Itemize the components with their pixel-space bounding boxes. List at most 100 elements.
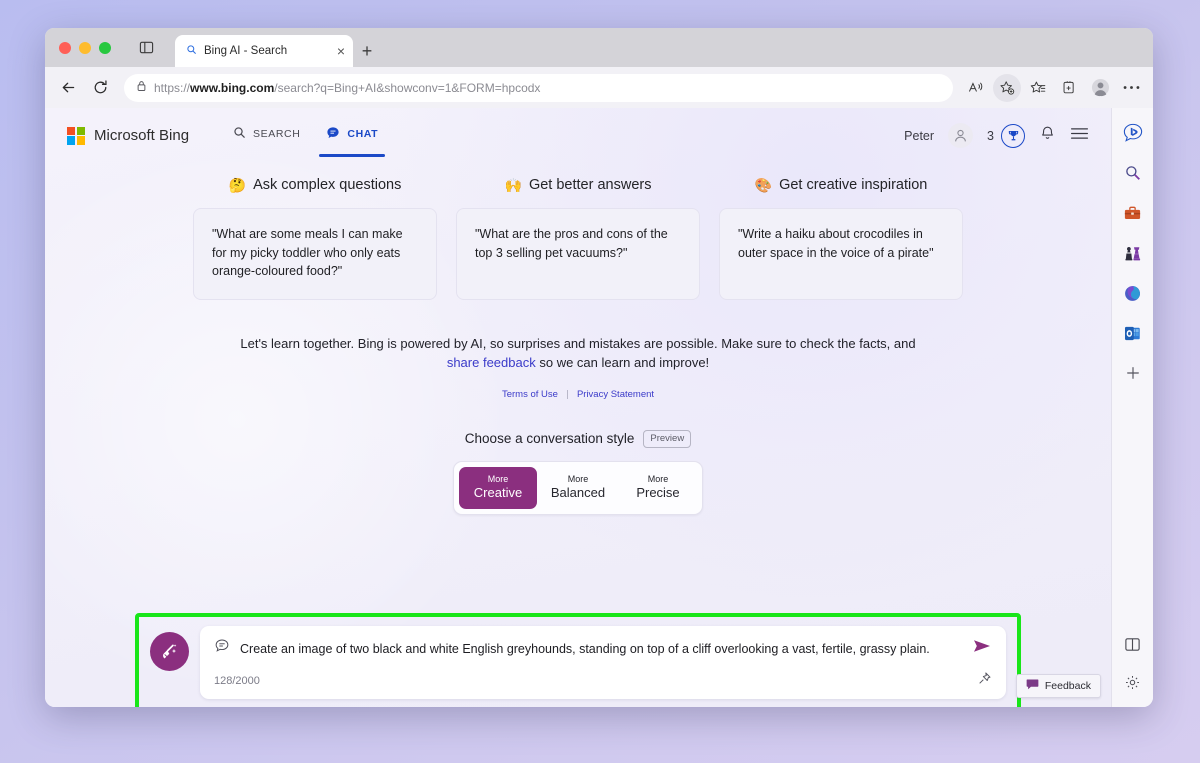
chat-input-text: Create an image of two black and white E… xyxy=(240,641,930,656)
lock-icon xyxy=(136,80,147,95)
suggestion-card-0[interactable]: "What are some meals I can make for my p… xyxy=(193,208,437,300)
chat-bubble-icon xyxy=(326,126,340,143)
feedback-label: Feedback xyxy=(1044,680,1091,692)
close-window-button[interactable] xyxy=(59,41,71,54)
edge-sidebar-bottom xyxy=(1118,629,1148,707)
browser-tab[interactable]: Bing AI - Search × xyxy=(175,35,353,67)
bing-chat-icon[interactable] xyxy=(1118,118,1148,148)
briefcase-icon[interactable] xyxy=(1118,198,1148,228)
disclaimer-text-before: Let's learn together. Bing is powered by… xyxy=(240,336,916,351)
collections-icon[interactable] xyxy=(1055,74,1083,102)
rewards-indicator[interactable]: 3 xyxy=(987,123,1025,148)
conversation-style-header: Choose a conversation style Preview xyxy=(45,430,1111,448)
rewards-trophy-icon xyxy=(1001,123,1025,148)
back-arrow-icon[interactable] xyxy=(53,73,83,103)
suggestion-column-0: 🤔 Ask complex questions "What are some m… xyxy=(193,177,437,300)
conversation-style-toggle: More Creative More Balanced More Precise xyxy=(453,460,703,515)
browser-window: Bing AI - Search × + https://www.bing.co… xyxy=(45,28,1153,707)
suggestion-heading-text-2: Get creative inspiration xyxy=(779,177,928,193)
suggestion-heading-text-1: Get better answers xyxy=(528,177,652,193)
pin-icon[interactable] xyxy=(977,671,992,691)
style-option-creative-small: More xyxy=(487,473,509,484)
chat-prompt-icon xyxy=(214,638,230,659)
tab-favicon-search-icon xyxy=(186,44,197,58)
terms-of-use-link[interactable]: Terms of Use xyxy=(502,389,558,400)
suggestion-card-1[interactable]: "What are the pros and cons of the top 3… xyxy=(456,208,700,300)
microsoft-bing-logo[interactable]: Microsoft Bing xyxy=(67,126,190,145)
profile-avatar-icon[interactable] xyxy=(1086,74,1114,102)
browser-nav-bar: https://www.bing.com/search?q=Bing+AI&sh… xyxy=(45,67,1153,108)
style-option-balanced-small: More xyxy=(567,473,589,484)
suggestion-heading-text-0: Ask complex questions xyxy=(253,177,402,193)
conversation-style-section: Choose a conversation style Preview More… xyxy=(45,430,1111,515)
style-option-balanced[interactable]: More Balanced xyxy=(539,467,617,509)
tab-sidebar-toggle-icon[interactable] xyxy=(131,28,161,67)
legal-links: Terms of Use Privacy Statement xyxy=(45,389,1111,400)
reload-icon[interactable] xyxy=(85,73,115,103)
browser-content-area: Microsoft Bing SEARCH CHAT Peter 3 🤔 Ask… xyxy=(45,108,1153,707)
address-bar[interactable]: https://www.bing.com/search?q=Bing+AI&sh… xyxy=(124,73,953,102)
tab-title: Bing AI - Search xyxy=(204,45,288,57)
microsoft-365-icon[interactable] xyxy=(1118,278,1148,308)
search-icon xyxy=(233,126,246,142)
style-option-precise[interactable]: More Precise xyxy=(619,467,697,509)
tab-search-label: SEARCH xyxy=(253,128,301,140)
composer-highlight-box: Create an image of two black and white E… xyxy=(135,613,1021,707)
games-chess-icon[interactable] xyxy=(1118,238,1148,268)
tab-chat[interactable]: CHAT xyxy=(319,126,385,157)
hamburger-menu-icon[interactable] xyxy=(1070,127,1089,145)
bing-chat-page: Microsoft Bing SEARCH CHAT Peter 3 🤔 Ask… xyxy=(45,108,1111,707)
tab-close-icon[interactable]: × xyxy=(337,44,345,58)
suggestion-heading-2: 🎨 Get creative inspiration xyxy=(719,177,963,193)
add-icon[interactable] xyxy=(1118,358,1148,388)
tab-search[interactable]: SEARCH xyxy=(233,126,300,145)
style-option-balanced-big: Balanced xyxy=(550,484,606,500)
maximize-window-button[interactable] xyxy=(99,41,111,54)
artist-palette-icon: 🎨 xyxy=(754,177,773,193)
tab-chat-label: CHAT xyxy=(347,128,379,140)
notification-bell-icon[interactable] xyxy=(1039,125,1056,147)
share-feedback-link[interactable]: share feedback xyxy=(447,355,536,370)
disclaimer-text-after: so we can learn and improve! xyxy=(535,355,710,370)
suggestion-heading-0: 🤔 Ask complex questions xyxy=(193,177,437,193)
preview-badge: Preview xyxy=(643,430,692,448)
suggestion-columns: 🤔 Ask complex questions "What are some m… xyxy=(45,177,1111,300)
suggestion-heading-1: 🙌 Get better answers xyxy=(456,177,700,193)
suggestion-card-2[interactable]: "Write a haiku about crocodiles in outer… xyxy=(719,208,963,300)
more-options-icon[interactable] xyxy=(1117,74,1145,102)
ai-disclaimer: Let's learn together. Bing is powered by… xyxy=(228,334,928,372)
person-icon[interactable] xyxy=(948,123,974,148)
url-text: https://www.bing.com/search?q=Bing+AI&sh… xyxy=(154,81,540,95)
bing-page-header: Microsoft Bing SEARCH CHAT Peter 3 xyxy=(45,108,1111,163)
thinking-face-icon: 🤔 xyxy=(228,177,247,193)
feedback-button[interactable]: Feedback xyxy=(1015,674,1101,698)
add-favorite-icon[interactable] xyxy=(993,73,1021,102)
chat-input-line: Create an image of two black and white E… xyxy=(214,638,992,659)
raised-hands-icon: 🙌 xyxy=(504,177,522,193)
search-icon[interactable] xyxy=(1118,158,1148,188)
new-tab-button[interactable]: + xyxy=(353,35,381,67)
split-screen-icon[interactable] xyxy=(1118,629,1148,659)
privacy-statement-link[interactable]: Privacy Statement xyxy=(577,389,654,400)
chat-input-box[interactable]: Create an image of two black and white E… xyxy=(200,626,1006,699)
style-option-precise-big: Precise xyxy=(636,484,680,500)
send-arrow-icon[interactable] xyxy=(972,638,992,659)
favorites-icon[interactable] xyxy=(1024,74,1052,102)
chat-input-footer: 128/2000 xyxy=(214,671,992,691)
window-traffic-lights xyxy=(57,28,117,67)
feedback-bubble-icon xyxy=(1026,679,1039,693)
style-option-creative-big: Creative xyxy=(473,484,523,500)
url-host: www.bing.com xyxy=(190,80,275,95)
settings-gear-icon[interactable] xyxy=(1118,667,1148,697)
style-option-precise-small: More xyxy=(647,473,669,484)
style-option-creative[interactable]: More Creative xyxy=(459,466,537,509)
outlook-icon[interactable] xyxy=(1118,318,1148,348)
conversation-style-label: Choose a conversation style xyxy=(464,431,635,447)
brand-name: Microsoft Bing xyxy=(94,127,190,144)
suggestion-column-1: 🙌 Get better answers "What are the pros … xyxy=(456,177,700,300)
minimize-window-button[interactable] xyxy=(79,41,91,54)
character-count: 128/2000 xyxy=(214,675,260,687)
read-aloud-icon[interactable] xyxy=(962,74,990,102)
edge-sidebar xyxy=(1111,108,1153,707)
new-topic-broom-icon[interactable] xyxy=(150,632,189,671)
